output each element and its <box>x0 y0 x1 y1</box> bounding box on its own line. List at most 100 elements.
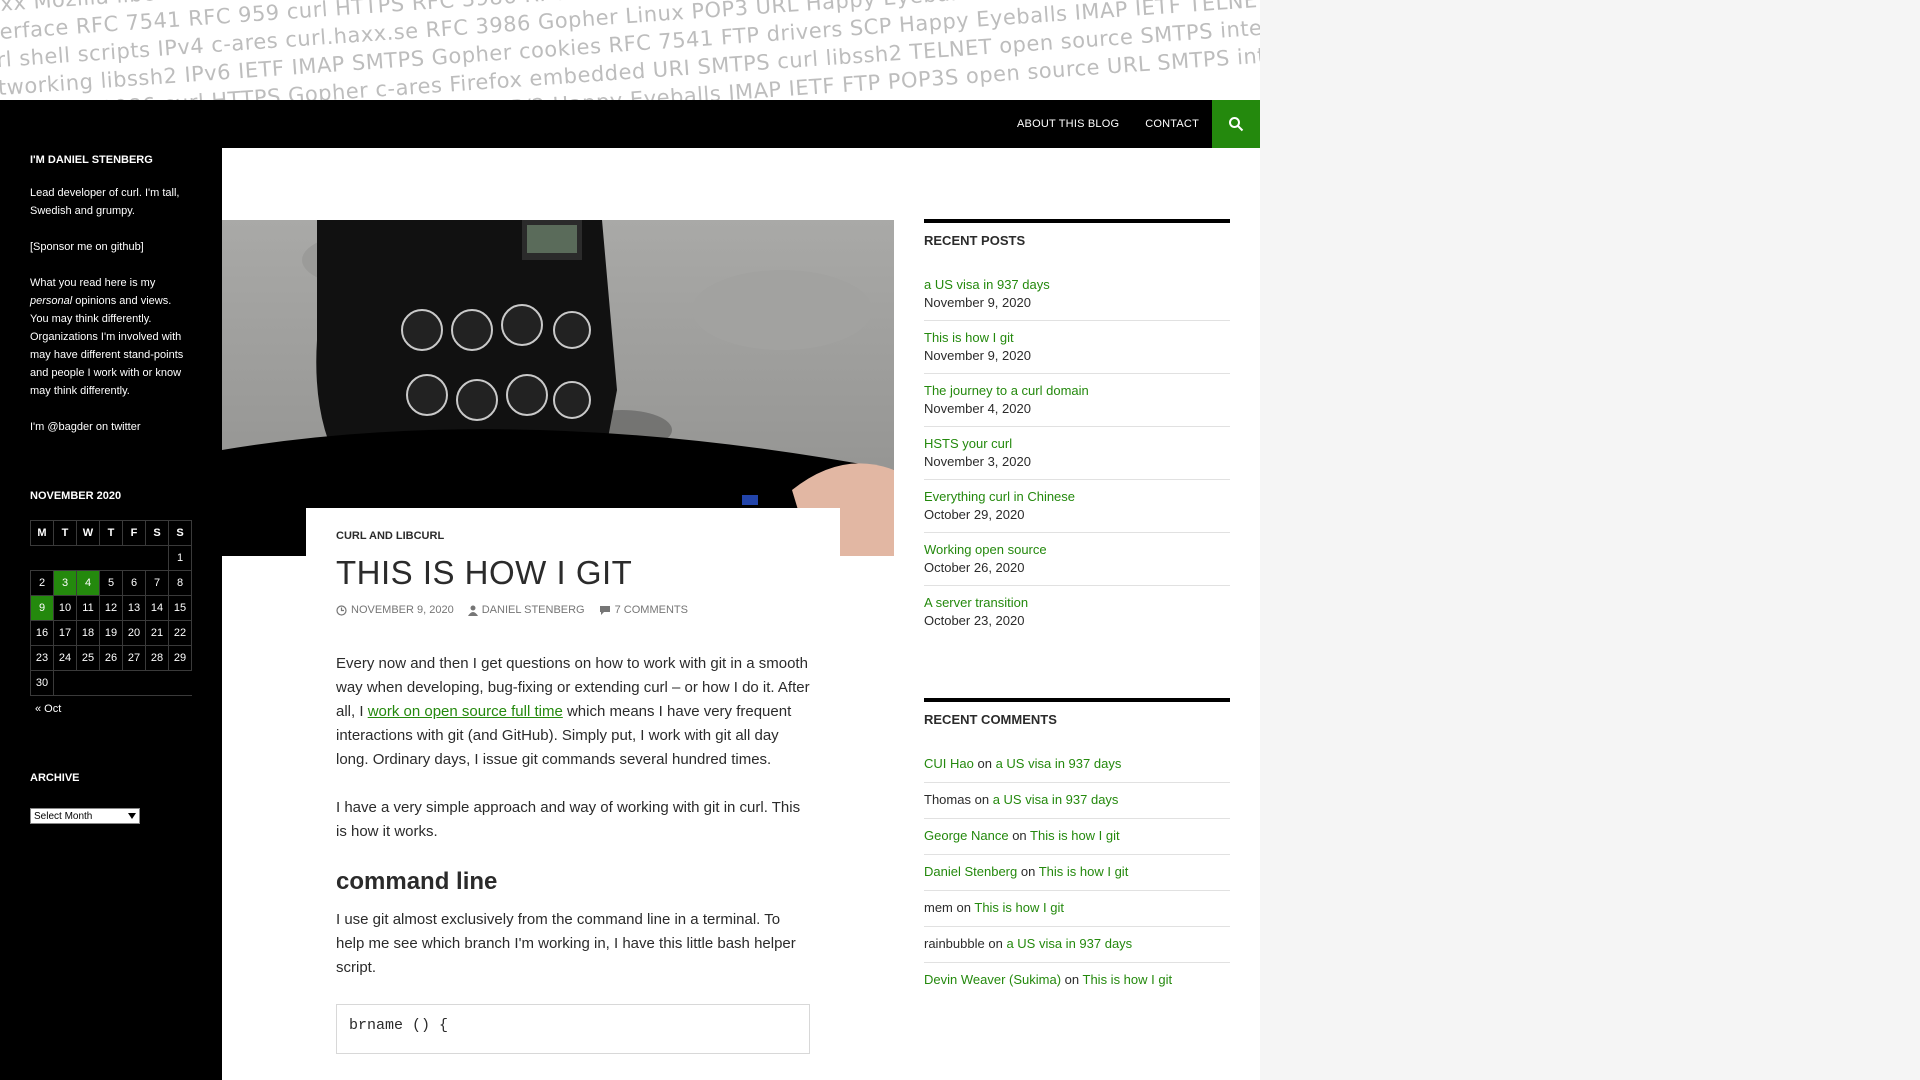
comment-author: Thomas <box>924 792 971 807</box>
calendar-day: 7 <box>145 570 169 596</box>
recent-post-date: October 29, 2020 <box>924 507 1025 522</box>
calendar-day-link[interactable]: 9 <box>30 595 54 621</box>
header-banner[interactable]: Haxx Mozilla libcurl HTTP RFC 6265 Happy… <box>0 0 1260 100</box>
calendar-prev-month-link[interactable]: « Oct <box>35 703 61 715</box>
recent-comment-item: rainbubble on a US visa in 937 days <box>924 926 1230 962</box>
comment-author-link[interactable]: George Nance <box>924 828 1009 843</box>
post-comments-link[interactable]: 7 Comments <box>599 604 688 616</box>
recent-post-item: a US visa in 937 days November 9, 2020 <box>924 268 1230 320</box>
comment-on-label: on <box>977 756 992 771</box>
comment-author-link[interactable]: Devin Weaver (Sukima) <box>924 972 1061 987</box>
post-article: curl and libcurl This is how I git Novem… <box>306 508 840 1054</box>
recent-comments-title: Recent Comments <box>924 698 1230 727</box>
recent-comment-item: George Nance on This is how I git <box>924 818 1230 854</box>
comment-on-label: on <box>1020 864 1036 879</box>
calendar-day: 8 <box>168 570 192 596</box>
comment-post-link[interactable]: This is how I git <box>974 900 1064 915</box>
calendar-weekday: W <box>76 520 100 546</box>
comment-post-link[interactable]: a US visa in 937 days <box>996 756 1122 771</box>
post-inline-link[interactable]: work on open source full time <box>368 703 563 720</box>
calendar-day: 30 <box>30 670 54 696</box>
calendar-empty-cell <box>76 545 100 571</box>
calendar-empty-cell <box>122 670 146 696</box>
paragraph: I have a very simple approach and way of… <box>336 799 801 840</box>
nav-about-link[interactable]: About This Blog <box>1004 100 1132 148</box>
comment-on-label: on <box>1012 828 1027 843</box>
post-meta: November 9, 2020 Daniel Stenberg 7 Comme… <box>336 604 810 616</box>
calendar-empty-cell <box>168 670 192 696</box>
recent-post-link[interactable]: Everything curl in Chinese <box>924 489 1075 504</box>
paragraph: I use git almost exclusively from the co… <box>336 911 796 976</box>
search-icon <box>1229 117 1244 132</box>
recent-post-link[interactable]: A server transition <box>924 595 1028 610</box>
comment-post-link[interactable]: This is how I git <box>1083 972 1173 987</box>
recent-comment-item: mem on This is how I git <box>924 890 1230 926</box>
calendar-header: MTWTFSS <box>30 520 192 546</box>
comment-author-link[interactable]: CUI Hao <box>924 756 974 771</box>
paragraph: Every now and then I get questions on ho… <box>336 655 810 768</box>
search-button[interactable] <box>1212 100 1260 148</box>
comment-author-link[interactable]: Daniel Stenberg <box>924 864 1017 879</box>
comment-post-link[interactable]: This is how I git <box>1030 828 1120 843</box>
comment-author: mem <box>924 900 953 915</box>
calendar-day-link[interactable]: 4 <box>76 570 100 596</box>
recent-comment-item: Daniel Stenberg on This is how I git <box>924 854 1230 890</box>
sponsor-link[interactable]: [Sponsor me on github] <box>30 241 144 253</box>
post-author[interactable]: Daniel Stenberg <box>467 604 585 616</box>
comment-post-link[interactable]: This is how I git <box>1039 864 1129 879</box>
disclaimer-text: What you read here is my personal opinio… <box>30 277 184 397</box>
calendar-day: 19 <box>99 620 123 646</box>
primary-menu: About This Blog Contact <box>1004 100 1212 148</box>
chevron-down-icon <box>128 813 136 819</box>
nav-contact-link[interactable]: Contact <box>1132 100 1212 148</box>
recent-post-link[interactable]: The journey to a curl domain <box>924 383 1089 398</box>
calendar-week-row: 30 <box>30 670 192 696</box>
comment-post-link[interactable]: a US visa in 937 days <box>993 792 1119 807</box>
post-title[interactable]: This is how I git <box>336 554 810 592</box>
calendar-empty-cell <box>76 670 100 696</box>
author-bio: Lead developer of curl. I'm tall, Swedis… <box>30 187 180 217</box>
calendar-empty-cell <box>122 545 146 571</box>
recent-post-date: October 26, 2020 <box>924 560 1025 575</box>
calendar-weekday: T <box>53 520 77 546</box>
post-date[interactable]: November 9, 2020 <box>336 604 454 616</box>
calendar-day: 18 <box>76 620 100 646</box>
comment-author: rainbubble <box>924 936 985 951</box>
recent-post-date: October 23, 2020 <box>924 613 1025 628</box>
recent-comment-item: Devin Weaver (Sukima) on This is how I g… <box>924 962 1230 998</box>
clock-icon <box>336 604 347 616</box>
featured-image[interactable] <box>222 220 894 556</box>
helicopter-cockpit-image <box>222 220 894 556</box>
recent-post-link[interactable]: This is how I git <box>924 330 1014 345</box>
calendar-day: 26 <box>99 645 123 671</box>
calendar-week-row: 1 <box>30 545 192 571</box>
calendar: MTWTFSS 1 2 3 4 5 6 7 8 9 10 11 12 13 14 15 16 17 18 19 20 2… <box>30 520 192 696</box>
post-category-link[interactable]: curl and libcurl <box>336 530 444 542</box>
recent-posts-list: a US visa in 937 days November 9, 2020 Thi… <box>924 268 1230 638</box>
calendar-day: 22 <box>168 620 192 646</box>
recent-post-item: A server transition October 23, 2020 <box>924 585 1230 638</box>
code-block: brname () { <box>336 1004 810 1054</box>
twitter-link[interactable]: @bagder <box>47 421 92 433</box>
comment-on-label: on <box>988 936 1003 951</box>
calendar-day: 21 <box>145 620 169 646</box>
recent-post-link[interactable]: Working open source <box>924 542 1047 557</box>
section-heading: command line <box>336 868 498 895</box>
calendar-day: 17 <box>53 620 77 646</box>
calendar-weekday: S <box>145 520 169 546</box>
recent-post-link[interactable]: a US visa in 937 days <box>924 277 1050 292</box>
calendar-day: 24 <box>53 645 77 671</box>
main-content: curl and libcurl This is how I git Novem… <box>222 148 1260 1080</box>
user-icon <box>467 605 478 616</box>
calendar-weekday: S <box>168 520 192 546</box>
top-navigation-bar: About This Blog Contact <box>0 100 1260 148</box>
recent-post-item: Working open source October 26, 2020 <box>924 532 1230 585</box>
calendar-day-link[interactable]: 3 <box>53 570 77 596</box>
recent-post-link[interactable]: HSTS your curl <box>924 436 1012 451</box>
recent-comment-item: Thomas on a US visa in 937 days <box>924 782 1230 818</box>
calendar-empty-cell <box>30 545 54 571</box>
calendar-week-row: 2345678 <box>30 570 192 596</box>
archive-month-select[interactable]: Select Month <box>30 808 140 824</box>
calendar-day: 27 <box>122 645 146 671</box>
comment-post-link[interactable]: a US visa in 937 days <box>1006 936 1132 951</box>
